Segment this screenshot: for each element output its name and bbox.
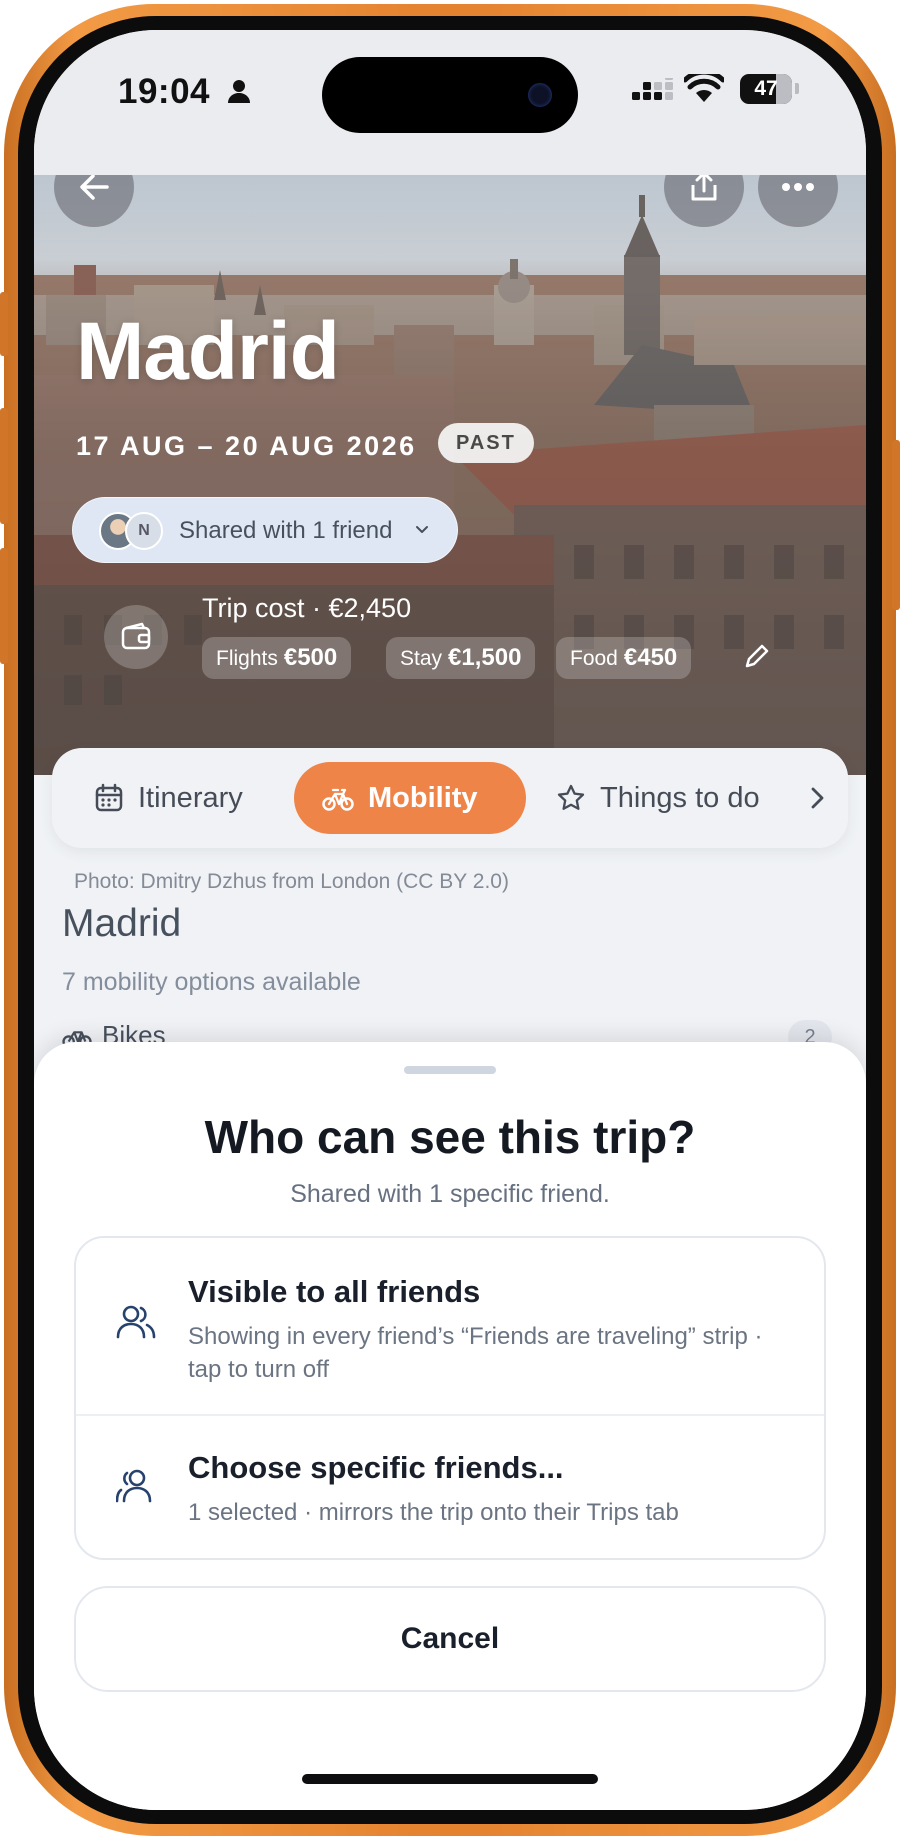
screen: 19:04 47 Madrid 17 AUG – 20 AUG 2026 PAS… [34,30,866,1810]
visibility-options: Visible to all friends Showing in every … [74,1236,826,1560]
sheet-title: Who can see this trip? [204,1111,696,1163]
dynamic-island [322,57,578,133]
sheet-subtitle: Shared with 1 specific friend. [290,1180,610,1208]
option-visible-to-all[interactable]: Visible to all friends Showing in every … [76,1238,824,1416]
volume-up-button [0,408,8,524]
battery-level: 47 [754,77,778,100]
users-icon [116,1305,156,1339]
sheet-drag-handle[interactable] [404,1066,496,1074]
option-choose-specific[interactable]: Choose specific friends... 1 selected · … [76,1416,824,1558]
option-description: Showing in every friend’s “Friends are t… [188,1323,763,1383]
option-description: 1 selected · mirrors the trip onto their… [188,1499,679,1526]
battery-icon: 47 [740,74,792,104]
status-time: 19:04 [118,72,211,111]
home-indicator[interactable] [302,1774,598,1784]
status-bar: 19:04 47 [34,30,866,175]
camera-icon [528,83,552,107]
volume-down-button [0,548,8,664]
visibility-sheet: Who can see this trip? Shared with 1 spe… [34,1042,866,1810]
power-button [892,440,900,610]
option-title: Choose specific friends... [188,1450,564,1485]
person-icon [228,80,250,103]
cancel-button[interactable]: Cancel [74,1586,826,1692]
option-title: Visible to all friends [188,1274,481,1309]
signal-icon [632,78,673,100]
user-group-icon [116,1469,152,1503]
action-button [0,292,8,356]
battery-nub [795,83,799,94]
wifi-icon [684,74,724,102]
